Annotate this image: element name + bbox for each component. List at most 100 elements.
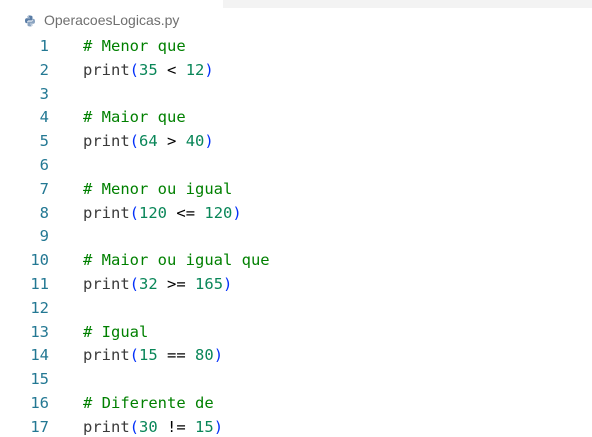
line-number: 1 xyxy=(39,37,49,55)
operator-space xyxy=(158,61,167,79)
code-line: 5 print(64 > 40) xyxy=(0,130,592,154)
code-line: 10 # Maior ou igual que xyxy=(0,249,592,273)
close-paren: ) xyxy=(223,274,233,293)
open-paren: ( xyxy=(129,60,140,79)
line-content: print(32 >= 165) xyxy=(83,273,232,297)
code-comment: # Igual xyxy=(83,322,149,341)
line-number: 4 xyxy=(39,108,49,127)
comparison-operator: >= xyxy=(167,274,186,293)
number-literal: 15 xyxy=(139,346,158,365)
operator-space xyxy=(195,204,204,222)
code-line: 13 # Igual xyxy=(0,321,592,345)
code-line: 11 print(32 >= 165) xyxy=(0,273,592,297)
number-literal: 30 xyxy=(139,417,158,436)
open-paren: ( xyxy=(129,203,140,222)
comparison-operator: <= xyxy=(176,203,196,222)
number-literal: 120 xyxy=(139,203,168,222)
line-number: 12 xyxy=(30,298,49,317)
code-comment: # Menor ou igual xyxy=(83,179,233,198)
code-line: 12 xyxy=(0,297,592,321)
function-name: print xyxy=(83,274,130,293)
line-number: 11 xyxy=(30,274,49,293)
line-content: # Maior que xyxy=(83,106,186,130)
code-comment: # Diferente de xyxy=(83,393,214,412)
open-paren: ( xyxy=(129,132,140,151)
number-literal: 165 xyxy=(195,274,224,293)
code-line: 2 print(35 < 12) xyxy=(0,59,592,83)
line-content: print(30 != 15) xyxy=(83,416,223,437)
operator-space xyxy=(176,132,185,150)
line-number: 14 xyxy=(30,346,49,365)
open-paren: ( xyxy=(129,346,140,365)
line-content: # Menor que xyxy=(83,35,186,59)
operator-space xyxy=(158,132,167,150)
line-number: 13 xyxy=(30,322,49,341)
close-paren: ) xyxy=(232,203,242,222)
function-name: print xyxy=(83,132,130,151)
code-comment: # Menor que xyxy=(83,37,186,55)
number-literal: 64 xyxy=(139,132,158,151)
tab-filename: OperacoesLogicas.py xyxy=(44,12,180,28)
code-line: 7 # Menor ou igual xyxy=(0,178,592,202)
function-name: print xyxy=(83,60,130,79)
code-line: 3 xyxy=(0,83,592,107)
line-content: # Menor ou igual xyxy=(83,178,232,202)
line-number: 17 xyxy=(30,417,49,436)
line-number: 16 xyxy=(30,393,49,412)
code-line: 4 # Maior que xyxy=(0,106,592,130)
number-literal: 12 xyxy=(185,60,205,79)
comparison-operator: > xyxy=(167,132,177,151)
number-literal: 15 xyxy=(195,417,214,436)
number-literal: 80 xyxy=(195,346,214,365)
code-line: 6 xyxy=(0,154,592,178)
line-content: print(120 <= 120) xyxy=(83,202,242,226)
line-number: 8 xyxy=(39,203,49,222)
line-content: # Maior ou igual que xyxy=(83,249,270,273)
tab-operacoes-logicas[interactable]: OperacoesLogicas.py xyxy=(0,0,223,34)
line-number: 15 xyxy=(30,370,49,389)
tab-bar-empty-area xyxy=(223,0,592,8)
code-line: 15 xyxy=(0,368,592,392)
open-paren: ( xyxy=(129,274,140,293)
line-number: 10 xyxy=(30,251,49,270)
function-name: print xyxy=(83,417,130,436)
line-number: 9 xyxy=(39,227,49,246)
function-name: print xyxy=(83,346,130,365)
number-literal: 40 xyxy=(185,132,205,151)
code-area[interactable]: 1 # Menor que 2 print(35 < 12) 3 4 # Maior que… xyxy=(0,35,592,437)
line-content: # Diferente de xyxy=(83,392,214,416)
comparison-operator: < xyxy=(167,60,177,79)
operator-space xyxy=(176,61,185,79)
line-content: # Igual xyxy=(83,321,148,345)
line-content: print(15 == 80) xyxy=(83,344,223,368)
code-comment: # Maior que xyxy=(83,108,186,127)
number-literal: 120 xyxy=(204,203,233,222)
operator-space xyxy=(167,204,176,222)
operator-space xyxy=(186,275,195,293)
number-literal: 35 xyxy=(139,60,158,79)
comparison-operator: != xyxy=(167,417,186,436)
operator-space xyxy=(158,346,167,364)
code-line: 9 xyxy=(0,225,592,249)
python-icon xyxy=(24,14,36,27)
line-number: 6 xyxy=(39,155,49,174)
line-content: print(64 > 40) xyxy=(83,130,214,154)
close-paren: ) xyxy=(204,132,214,151)
code-comment: # Maior ou igual que xyxy=(83,251,270,270)
line-number: 3 xyxy=(39,84,49,103)
code-editor: OperacoesLogicas.py 1 # Menor que 2 print(3… xyxy=(0,0,592,437)
line-content: print(35 < 12) xyxy=(83,59,214,83)
tab-bar: OperacoesLogicas.py xyxy=(0,0,592,34)
number-literal: 32 xyxy=(139,274,158,293)
code-line: 14 print(15 == 80) xyxy=(0,344,592,368)
close-paren: ) xyxy=(204,60,214,79)
line-number: 7 xyxy=(39,179,49,198)
operator-space xyxy=(158,418,167,436)
line-number: 5 xyxy=(39,132,49,151)
code-line: 17 print(30 != 15) xyxy=(0,416,592,437)
close-paren: ) xyxy=(213,417,224,436)
comparison-operator: == xyxy=(167,346,186,365)
close-paren: ) xyxy=(213,346,224,365)
code-line: 8 print(120 <= 120) xyxy=(0,202,592,226)
open-paren: ( xyxy=(129,417,140,436)
